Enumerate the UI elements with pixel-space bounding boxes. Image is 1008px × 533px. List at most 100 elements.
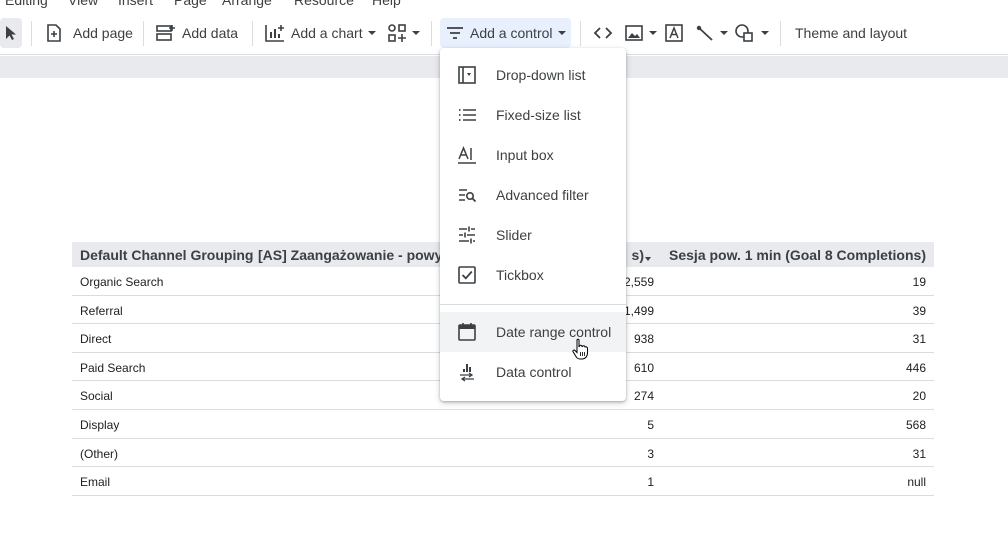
menu-item-date-range-control[interactable]: Date range control — [440, 312, 626, 352]
chevron-down-icon — [367, 31, 376, 35]
cell-goal: 39 — [912, 303, 926, 318]
line-icon — [696, 25, 713, 41]
column-header-engagement[interactable]: [AS] Zaangażowanie - powyże — [258, 247, 457, 263]
add-control-button[interactable]: Add a control — [440, 18, 571, 48]
menu-divider — [440, 304, 626, 305]
cell-channel: Organic Search — [80, 275, 164, 289]
chevron-down-icon — [412, 31, 420, 35]
add-data-icon — [156, 25, 175, 41]
add-page-icon — [47, 24, 61, 42]
filter-icon — [447, 27, 463, 39]
code-icon — [593, 27, 613, 39]
cell-goal: 31 — [912, 446, 926, 461]
menu-resource[interactable]: Resource — [294, 0, 354, 8]
input-box-icon — [458, 146, 476, 164]
menu-item-label: Drop-down list — [496, 67, 586, 83]
menu-item-advanced-filter[interactable]: Advanced filter — [440, 175, 626, 215]
column-header-sessions[interactable]: s) — [632, 247, 644, 263]
menu-item-label: Date range control — [496, 324, 612, 340]
theme-layout-label: Theme and layout — [795, 25, 908, 41]
select-tool-button[interactable] — [0, 18, 22, 48]
checkbox-icon — [458, 266, 476, 284]
menu-editing[interactable]: Editing — [5, 0, 48, 8]
menu-item-input-box[interactable]: Input box — [440, 135, 626, 175]
menu-item-label: Fixed-size list — [496, 107, 581, 123]
column-header-channel[interactable]: Default Channel Grouping — [80, 247, 253, 263]
text-box-icon — [665, 24, 683, 42]
line-button[interactable] — [695, 18, 728, 48]
cell-goal: 20 — [912, 389, 926, 404]
slider-icon — [459, 226, 475, 244]
cell-sessions: 610 — [633, 360, 654, 375]
add-page-label: Add page — [73, 25, 133, 41]
fixed-list-icon — [459, 109, 476, 121]
cell-goal: 19 — [912, 275, 926, 289]
advanced-filter-icon — [459, 189, 477, 203]
cell-goal: 446 — [905, 360, 926, 375]
table-row: (Other) 3 31 — [72, 439, 934, 468]
column-header-goal[interactable]: Sesja pow. 1 min (Goal 8 Completions) — [669, 247, 926, 263]
pointer-icon — [6, 26, 16, 40]
menu-item-label: Tickbox — [496, 267, 544, 283]
menu-item-dropdown-list[interactable]: Drop-down list — [440, 55, 626, 95]
menu-item-fixed-list[interactable]: Fixed-size list — [440, 95, 626, 135]
cell-channel: (Other) — [80, 446, 119, 461]
add-control-menu: Drop-down list Fixed-size list Input box… — [440, 48, 626, 401]
add-data-button[interactable]: Add data — [155, 18, 238, 48]
menu-help[interactable]: Help — [372, 0, 401, 8]
cell-goal: 568 — [905, 417, 926, 432]
cell-sessions: 3 — [647, 446, 654, 461]
add-chart-label: Add a chart — [291, 25, 363, 41]
dropdown-list-icon — [458, 66, 476, 84]
menu-item-slider[interactable]: Slider — [440, 215, 626, 255]
cell-sessions: 5 — [647, 417, 654, 432]
menu-item-label: Slider — [496, 227, 532, 243]
menu-item-data-control[interactable]: Data control — [440, 352, 626, 392]
add-chart-button[interactable]: Add a chart — [264, 18, 376, 48]
cell-sessions: 2,559 — [623, 275, 654, 289]
cell-channel: Direct — [80, 332, 112, 347]
chevron-down-icon — [557, 31, 566, 35]
components-icon — [388, 24, 406, 42]
add-chart-icon — [265, 25, 284, 42]
table-row: Email 1 null — [72, 467, 934, 496]
cell-sessions: 1,499 — [623, 303, 654, 318]
table-row: Display 5 568 — [72, 410, 934, 439]
shapes-icon — [735, 24, 753, 42]
embed-url-button[interactable] — [592, 18, 614, 48]
theme-layout-button[interactable]: Theme and layout — [795, 18, 907, 48]
menu-item-label: Input box — [496, 147, 554, 163]
add-data-label: Add data — [182, 25, 239, 41]
calendar-icon — [458, 323, 476, 341]
menu-item-tickbox[interactable]: Tickbox — [440, 255, 626, 295]
menu-item-label: Advanced filter — [496, 187, 589, 203]
add-page-button[interactable]: Add page — [44, 18, 133, 48]
hand-cursor-icon — [572, 338, 588, 360]
cell-goal: null — [907, 475, 926, 490]
chevron-down-icon — [720, 31, 728, 35]
cell-channel: Display — [80, 417, 120, 432]
menu-bar: Editing View Insert Page Arrange Resourc… — [0, 0, 1008, 8]
menu-page[interactable]: Page — [174, 0, 207, 8]
data-control-icon — [460, 364, 474, 382]
text-box-button[interactable] — [664, 18, 684, 48]
image-icon — [625, 25, 643, 41]
menu-view[interactable]: View — [68, 0, 98, 8]
shape-button[interactable] — [734, 18, 769, 48]
add-control-label: Add a control — [470, 25, 553, 41]
chevron-down-icon — [761, 31, 769, 35]
cell-channel: Paid Search — [80, 360, 146, 375]
image-button[interactable] — [624, 18, 657, 48]
cell-sessions: 938 — [633, 332, 654, 347]
cell-channel: Referral — [80, 303, 123, 318]
chevron-down-icon — [649, 31, 657, 35]
cell-sessions: 274 — [633, 389, 654, 404]
menu-arrange[interactable]: Arrange — [222, 0, 272, 8]
cell-goal: 31 — [912, 332, 926, 347]
sort-desc-icon[interactable] — [644, 250, 652, 266]
menu-item-label: Data control — [496, 364, 572, 380]
cell-sessions: 1 — [647, 475, 654, 490]
cell-channel: Email — [80, 475, 111, 490]
community-viz-button[interactable] — [387, 18, 420, 48]
menu-insert[interactable]: Insert — [118, 0, 153, 8]
